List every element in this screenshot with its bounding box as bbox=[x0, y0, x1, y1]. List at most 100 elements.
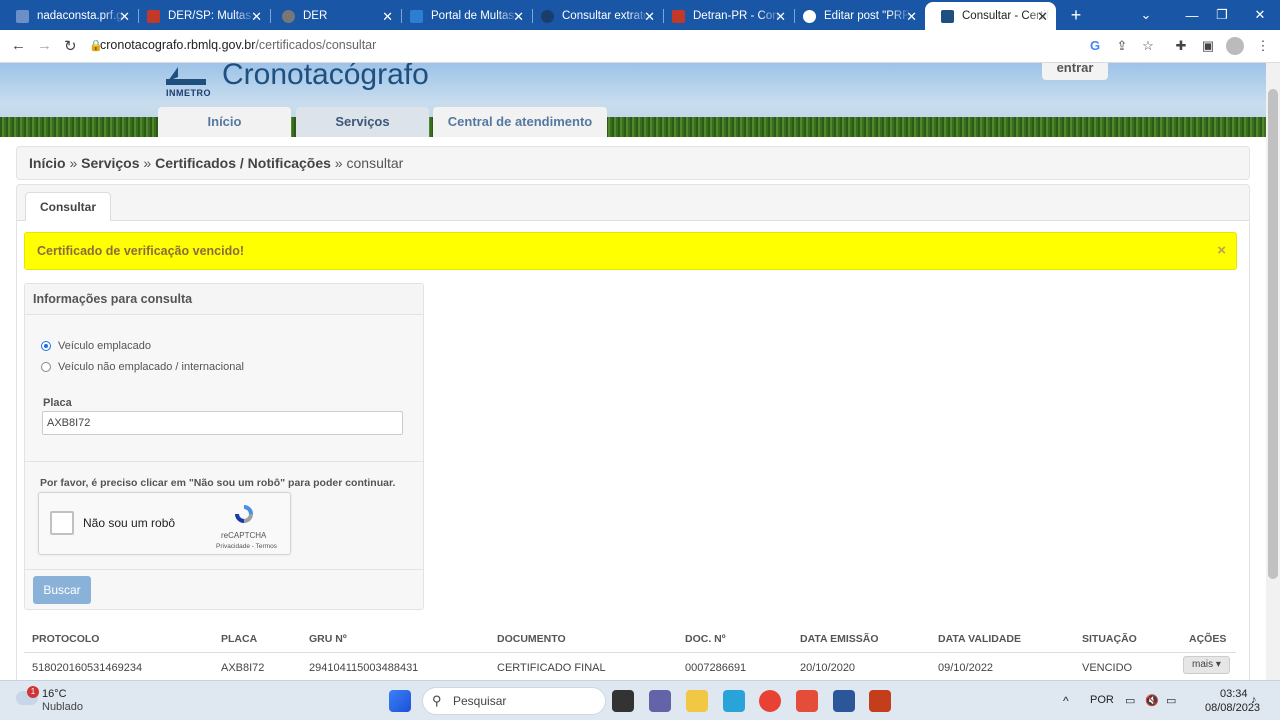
close-tab-icon[interactable]: ✕ bbox=[382, 9, 393, 25]
table-cell: 0007286691 bbox=[685, 662, 747, 674]
clock-time[interactable]: 03:34 bbox=[1220, 688, 1248, 700]
weather-temp[interactable]: 16°C bbox=[42, 688, 67, 700]
file-explorer-icon[interactable] bbox=[686, 690, 708, 712]
page-scrollbar[interactable] bbox=[1266, 63, 1280, 680]
tab-consultar[interactable]: Consultar bbox=[25, 192, 111, 221]
language-indicator[interactable]: POR bbox=[1090, 694, 1114, 706]
browser-tab-7[interactable]: Editar post "PRF - Consulta" ✕ bbox=[787, 2, 925, 30]
network-icon[interactable]: ▭ bbox=[1125, 694, 1135, 707]
plate-label: Placa bbox=[43, 397, 72, 409]
recaptcha-logo-icon bbox=[235, 505, 253, 523]
browser-tab-active[interactable]: Consultar - Certificados ✕ bbox=[925, 2, 1056, 30]
browser-tab-4[interactable]: Portal de Multas - DER ✕ bbox=[394, 2, 532, 30]
notification-icon[interactable]: ♪ bbox=[1251, 694, 1257, 706]
close-tab-icon[interactable]: ✕ bbox=[1037, 9, 1048, 25]
address-bar: ← → ↻ 🔒 cronotacografo.rbmlq.gov.br/cert… bbox=[0, 30, 1280, 63]
recaptcha-widget: Não sou um robô reCAPTCHA Privacidade - … bbox=[38, 492, 291, 555]
tab-title: nadaconsta.prf.gov.br bbox=[37, 10, 125, 22]
battery-icon[interactable]: ▭ bbox=[1166, 694, 1176, 707]
expired-alert: Certificado de verificação vencido! × bbox=[24, 232, 1237, 270]
breadcrumb-home[interactable]: Início bbox=[29, 155, 66, 171]
extensions-icon[interactable]: ✚ bbox=[1172, 37, 1190, 55]
column-header: SITUAÇÃO bbox=[1082, 633, 1137, 645]
new-tab-button[interactable]: + bbox=[1056, 0, 1096, 30]
menu-servicos[interactable]: Serviços bbox=[296, 107, 429, 137]
weather-desc[interactable]: Nublado bbox=[42, 701, 83, 713]
site-banner: INMETRO Cronotacógrafo entrar Início Ser… bbox=[0, 63, 1266, 137]
recaptcha-checkbox[interactable] bbox=[50, 511, 74, 535]
tab-favicon-icon bbox=[541, 9, 554, 23]
app-icon[interactable] bbox=[796, 690, 818, 712]
google-icon[interactable]: G bbox=[1086, 37, 1104, 55]
chrome-icon[interactable] bbox=[759, 690, 781, 712]
tab-favicon-icon bbox=[16, 9, 29, 23]
windows-start-icon[interactable] bbox=[389, 690, 411, 712]
radio-emplacado[interactable]: Veículo emplacado bbox=[41, 340, 151, 352]
browser-tab-3[interactable]: DER ✕ bbox=[266, 2, 401, 30]
breadcrumb-services[interactable]: Serviços bbox=[81, 155, 139, 171]
task-view-icon[interactable] bbox=[612, 690, 634, 712]
forward-icon[interactable]: → bbox=[37, 37, 52, 54]
tab-title: Editar post "PRF - Consulta" bbox=[824, 10, 912, 22]
browser-tab-6[interactable]: Detran-PR - Consulta ✕ bbox=[656, 2, 794, 30]
restore-icon[interactable]: ❐ bbox=[1202, 0, 1242, 30]
profile-avatar[interactable] bbox=[1226, 37, 1244, 55]
close-tab-icon[interactable]: ✕ bbox=[906, 9, 917, 25]
windows-taskbar: 1 16°C Nublado ⚲ Pesquisar ^ POR ▭ 🔇 ▭ 0… bbox=[0, 680, 1280, 720]
breadcrumb-separator: » bbox=[330, 155, 347, 171]
word-icon[interactable] bbox=[833, 690, 855, 712]
weather-badge: 1 bbox=[27, 686, 39, 698]
search-button[interactable]: Buscar bbox=[33, 576, 91, 604]
menu-central-atendimento[interactable]: Central de atendimento bbox=[433, 107, 607, 137]
tab-search-icon[interactable]: ⌄ bbox=[1126, 0, 1166, 30]
login-button[interactable]: entrar bbox=[1042, 63, 1108, 80]
scrollbar-thumb[interactable] bbox=[1268, 89, 1278, 579]
table-cell: 294104115003488431 bbox=[309, 662, 419, 674]
column-header: DATA VALIDADE bbox=[938, 633, 1022, 645]
radio-unselected-icon[interactable] bbox=[41, 362, 51, 372]
powerpoint-icon[interactable] bbox=[869, 690, 891, 712]
menu-dots-icon[interactable]: ⋮ bbox=[1254, 37, 1272, 55]
browser-tab-2[interactable]: DER/SP: Multas e Infrações ✕ bbox=[131, 2, 270, 30]
close-tab-icon[interactable]: ✕ bbox=[644, 9, 655, 25]
tab-title: Consultar extrato de débitos bbox=[562, 10, 650, 22]
sidepanel-icon[interactable]: ▣ bbox=[1199, 37, 1217, 55]
breadcrumb-certificates[interactable]: Certificados / Notificações bbox=[155, 155, 331, 171]
search-icon: ⚲ bbox=[432, 693, 442, 708]
browser-tab-5[interactable]: Consultar extrato de débitos ✕ bbox=[525, 2, 663, 30]
volume-icon[interactable]: 🔇 bbox=[1145, 694, 1159, 707]
menu-inicio[interactable]: Início bbox=[158, 107, 291, 137]
edge-icon[interactable] bbox=[723, 690, 745, 712]
more-actions-button[interactable]: mais ▾ bbox=[1183, 656, 1230, 674]
tab-title: DER bbox=[303, 10, 328, 22]
table-cell: 09/10/2022 bbox=[938, 662, 994, 674]
tab-favicon-icon bbox=[410, 9, 423, 23]
reload-icon[interactable]: ↻ bbox=[64, 37, 77, 55]
url-field[interactable]: cronotacografo.rbmlq.gov.br/certificados… bbox=[100, 38, 376, 52]
close-tab-icon[interactable]: ✕ bbox=[775, 9, 786, 25]
browser-tab-bar: nadaconsta.prf.gov.br ✕ DER/SP: Multas e… bbox=[0, 0, 1280, 30]
close-tab-icon[interactable]: ✕ bbox=[119, 9, 130, 25]
breadcrumb-separator: » bbox=[65, 155, 82, 171]
back-icon[interactable]: ← bbox=[11, 37, 26, 54]
radio-selected-icon[interactable] bbox=[41, 341, 51, 351]
radio-nao-emplacado[interactable]: Veículo não emplacado / internacional bbox=[41, 361, 244, 373]
close-tab-icon[interactable]: ✕ bbox=[513, 9, 524, 25]
browser-tab-1[interactable]: nadaconsta.prf.gov.br ✕ bbox=[0, 2, 138, 30]
site-title[interactable]: Cronotacógrafo bbox=[222, 63, 429, 92]
share-icon[interactable]: ⇪ bbox=[1113, 37, 1131, 55]
recaptcha-terms[interactable]: Privacidade - Termos bbox=[216, 543, 277, 550]
bookmark-star-icon[interactable]: ☆ bbox=[1139, 37, 1157, 55]
alert-close-icon[interactable]: × bbox=[1217, 242, 1226, 259]
taskbar-search[interactable]: ⚲ Pesquisar bbox=[422, 687, 606, 715]
teams-chat-icon[interactable] bbox=[649, 690, 671, 712]
column-header: PLACA bbox=[221, 633, 258, 645]
close-window-icon[interactable]: ✕ bbox=[1240, 0, 1280, 30]
tray-chevron-icon[interactable]: ^ bbox=[1063, 694, 1069, 708]
plate-input[interactable]: AXB8I72 bbox=[42, 411, 403, 435]
close-tab-icon[interactable]: ✕ bbox=[251, 9, 262, 25]
breadcrumb-separator: » bbox=[139, 155, 156, 171]
tab-title: DER/SP: Multas e Infrações bbox=[168, 10, 256, 22]
page-viewport: INMETRO Cronotacógrafo entrar Início Ser… bbox=[0, 63, 1266, 680]
column-header: DATA EMISSÃO bbox=[800, 633, 879, 645]
